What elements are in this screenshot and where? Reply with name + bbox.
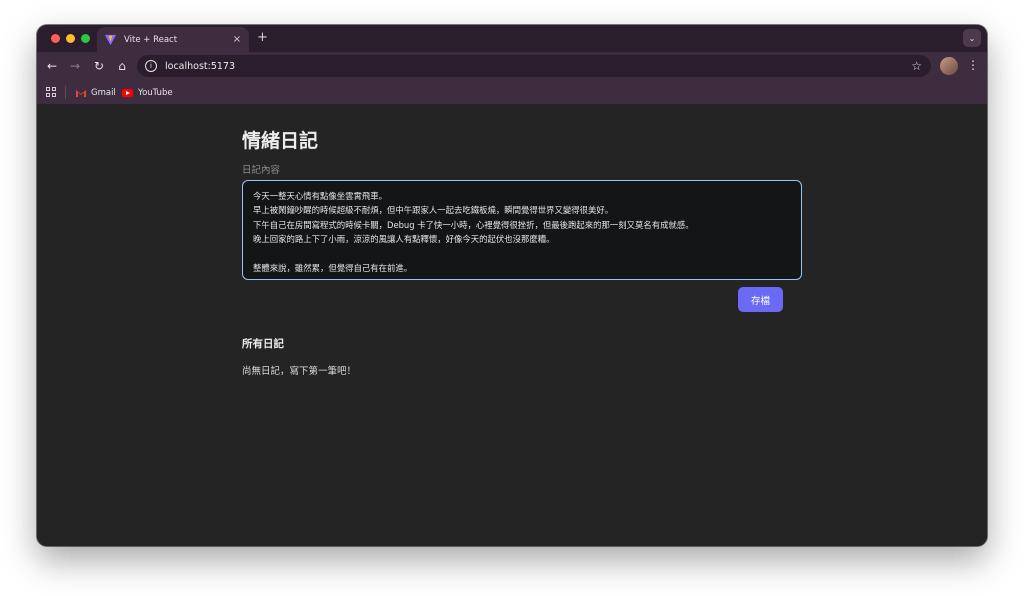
page-title: 情緒日記 — [242, 130, 319, 152]
site-info-icon[interactable]: i — [145, 60, 157, 72]
tab-search-button[interactable]: ⌄ — [963, 29, 981, 47]
browser-menu-icon[interactable]: ⋮ — [967, 58, 979, 72]
bookmark-label: YouTube — [138, 87, 173, 98]
new-tab-button[interactable]: + — [257, 30, 268, 45]
browser-window: Vite + React × + ⌄ ← → ↻ ⌂ i localhost:5… — [37, 25, 987, 546]
back-arrow-icon[interactable]: ← — [44, 58, 60, 74]
vite-logo-icon — [103, 33, 117, 47]
close-window-button[interactable] — [51, 34, 60, 43]
address-bar[interactable]: i localhost:5173 ☆ — [137, 55, 931, 77]
bookmark-star-icon[interactable]: ☆ — [911, 59, 922, 73]
page-content: 情緒日記 日記內容 今天一整天心情有點像坐雲霄飛車。 早上被鬧鐘吵醒的時候超級不… — [37, 105, 987, 546]
url-text[interactable]: localhost:5173 — [165, 61, 911, 72]
gmail-icon — [76, 89, 86, 97]
tab-close-icon[interactable]: × — [230, 34, 244, 45]
apps-grid-icon[interactable] — [46, 87, 56, 97]
bookmark-youtube[interactable]: YouTube — [122, 85, 173, 100]
all-diaries-heading: 所有日記 — [242, 338, 284, 350]
bookmarks-bar: Gmail YouTube — [37, 81, 987, 105]
maximize-window-button[interactable] — [81, 34, 90, 43]
tab-strip: Vite + React × + ⌄ — [37, 25, 987, 52]
diary-content-label: 日記內容 — [242, 165, 281, 176]
bookmarks-separator — [65, 86, 66, 99]
browser-toolbar: ← → ↻ ⌂ i localhost:5173 ☆ ⋮ — [37, 52, 987, 81]
youtube-icon — [122, 88, 133, 97]
forward-arrow-icon[interactable]: → — [67, 58, 83, 74]
reload-icon[interactable]: ↻ — [91, 58, 107, 74]
bookmark-label: Gmail — [91, 87, 116, 98]
bookmark-gmail[interactable]: Gmail — [76, 85, 116, 100]
home-icon[interactable]: ⌂ — [114, 58, 130, 74]
diary-textarea[interactable]: 今天一整天心情有點像坐雲霄飛車。 早上被鬧鐘吵醒的時候超級不耐煩，但中午跟家人一… — [242, 180, 802, 280]
minimize-window-button[interactable] — [66, 34, 75, 43]
empty-state-message: 尚無日記，寫下第一筆吧！ — [242, 366, 357, 377]
tab-vite-react[interactable]: Vite + React × — [97, 27, 249, 52]
window-controls — [51, 34, 90, 43]
save-button[interactable]: 存檔 — [738, 287, 783, 312]
profile-avatar[interactable] — [940, 57, 958, 75]
tab-title: Vite + React — [124, 34, 178, 45]
